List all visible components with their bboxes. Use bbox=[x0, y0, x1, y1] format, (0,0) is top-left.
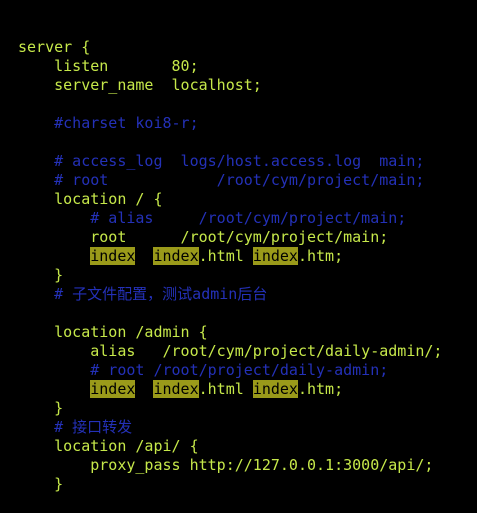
code-line[interactable]: server_name localhost; bbox=[18, 76, 477, 95]
code-text: location /admin { bbox=[18, 323, 208, 341]
code-line[interactable]: root /root/cym/project/main; bbox=[18, 228, 477, 247]
code-line[interactable] bbox=[18, 133, 477, 152]
code-line[interactable]: index index.html index.htm; bbox=[18, 247, 477, 266]
code-text: proxy_pass http://127.0.0.1:3000/api/; bbox=[18, 456, 434, 474]
terminal-editor[interactable]: server { listen 80; server_name localhos… bbox=[0, 0, 477, 493]
code-line[interactable]: listen 80; bbox=[18, 57, 477, 76]
code-comment: # root /root/project/daily-admin; bbox=[18, 361, 389, 379]
code-text: server { bbox=[18, 38, 91, 56]
code-line[interactable]: location /api/ { bbox=[18, 437, 477, 456]
code-text: } bbox=[18, 475, 64, 493]
code-text: location /api/ { bbox=[18, 437, 199, 455]
code-text: .html bbox=[198, 380, 253, 398]
code-comment: #charset koi8-r; bbox=[18, 114, 199, 132]
code-line[interactable]: index index.html index.htm; bbox=[18, 380, 477, 399]
code-text: alias /root/cym/project/daily-admin/; bbox=[18, 342, 443, 360]
code-comment: # root /root/cym/project/main; bbox=[18, 171, 425, 189]
code-text: .htm; bbox=[297, 380, 344, 398]
code-line[interactable]: alias /root/cym/project/daily-admin/; bbox=[18, 342, 477, 361]
code-line[interactable] bbox=[18, 95, 477, 114]
code-line[interactable]: # access_log logs/host.access.log main; bbox=[18, 152, 477, 171]
code-line[interactable]: server { bbox=[18, 38, 477, 57]
code-line[interactable]: } bbox=[18, 475, 477, 494]
code-text: .htm; bbox=[297, 247, 344, 265]
code-text: } bbox=[18, 266, 64, 284]
code-comment: # 接口转发 bbox=[18, 418, 133, 436]
code-line[interactable]: # root /root/project/daily-admin; bbox=[18, 361, 477, 380]
code-line[interactable]: } bbox=[18, 266, 477, 285]
code-line[interactable]: # root /root/cym/project/main; bbox=[18, 171, 477, 190]
code-text: location / { bbox=[18, 190, 163, 208]
search-highlight: index bbox=[90, 247, 136, 265]
code-text: root /root/cym/project/main; bbox=[18, 228, 389, 246]
code-text: .html bbox=[198, 247, 253, 265]
search-highlight: index bbox=[252, 380, 298, 398]
code-line[interactable]: # 子文件配置，测试admin后台 bbox=[18, 285, 477, 304]
search-highlight: index bbox=[153, 247, 199, 265]
code-line[interactable]: proxy_pass http://127.0.0.1:3000/api/; bbox=[18, 456, 477, 475]
code-line[interactable] bbox=[18, 304, 477, 323]
code-line[interactable]: location /admin { bbox=[18, 323, 477, 342]
code-line[interactable]: # 接口转发 bbox=[18, 418, 477, 437]
code-comment: # alias /root/cym/project/main; bbox=[18, 209, 407, 227]
search-highlight: index bbox=[252, 247, 298, 265]
code-view[interactable]: server { listen 80; server_name localhos… bbox=[18, 38, 477, 494]
code-line[interactable]: # alias /root/cym/project/main; bbox=[18, 209, 477, 228]
code-line[interactable]: location / { bbox=[18, 190, 477, 209]
search-highlight: index bbox=[90, 380, 136, 398]
code-line[interactable]: } bbox=[18, 399, 477, 418]
code-text: server_name localhost; bbox=[18, 76, 262, 94]
search-highlight: index bbox=[153, 380, 199, 398]
code-text: } bbox=[18, 399, 64, 417]
code-line[interactable]: #charset koi8-r; bbox=[18, 114, 477, 133]
code-comment: # access_log logs/host.access.log main; bbox=[18, 152, 425, 170]
code-text: listen 80; bbox=[18, 57, 199, 75]
code-comment: # 子文件配置，测试admin后台 bbox=[18, 285, 268, 303]
